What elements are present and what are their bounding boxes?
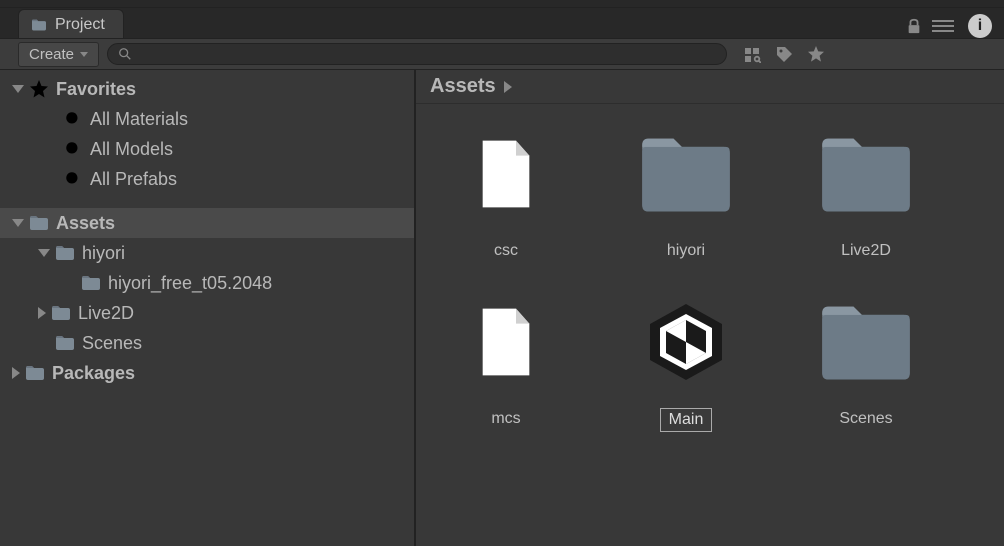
folder-icon [54, 334, 76, 352]
tab-label: Project [55, 16, 105, 34]
folder-icon [54, 244, 76, 262]
create-button[interactable]: Create [18, 42, 99, 67]
unity-scene-icon [636, 292, 736, 392]
tab-project[interactable]: Project [18, 9, 124, 38]
folder-icon [80, 274, 102, 292]
folder-icon [636, 124, 736, 224]
filter-by-label-icon[interactable] [775, 45, 793, 63]
tree-assets[interactable]: Assets [0, 208, 414, 238]
asset-label-editing[interactable]: Main [660, 408, 713, 432]
search-icon [62, 140, 84, 158]
folder-icon [816, 292, 916, 392]
tree-folder-scenes[interactable]: Scenes [0, 328, 414, 358]
asset-label: Scenes [831, 408, 900, 430]
search-icon [62, 170, 84, 188]
asset-label: Live2D [833, 240, 899, 262]
info-icon[interactable]: i [968, 14, 992, 38]
asset-item-live2d[interactable]: Live2D [786, 124, 946, 262]
star-icon [28, 79, 50, 99]
tree-label: All Materials [90, 109, 188, 130]
asset-item-hiyori[interactable]: hiyori [606, 124, 766, 262]
panel-menu-icon[interactable] [932, 20, 954, 32]
chevron-down-icon [38, 249, 50, 257]
tree-label: All Prefabs [90, 169, 177, 190]
project-tree: Favorites All Materials All Models All P… [0, 70, 416, 546]
chevron-right-icon [38, 307, 46, 319]
asset-panel: Assets csc hiyori Live2D m [416, 70, 1004, 546]
breadcrumb[interactable]: Assets [416, 70, 1004, 104]
chevron-right-icon [12, 367, 20, 379]
folder-icon [28, 214, 50, 232]
folder-icon [816, 124, 916, 224]
asset-item-scenes[interactable]: Scenes [786, 292, 946, 432]
tree-favorite-item[interactable]: All Materials [0, 104, 414, 134]
tree-favorite-item[interactable]: All Prefabs [0, 164, 414, 194]
tree-label: All Models [90, 139, 173, 160]
chevron-down-icon [12, 85, 24, 93]
asset-item-mcs[interactable]: mcs [426, 292, 586, 432]
tree-label: Live2D [78, 303, 134, 324]
breadcrumb-root: Assets [430, 75, 496, 98]
asset-label: hiyori [659, 240, 713, 262]
favorite-star-icon[interactable] [807, 45, 825, 63]
tree-packages[interactable]: Packages [0, 358, 414, 388]
toolbar: Create [0, 38, 1004, 70]
tree-favorite-item[interactable]: All Models [0, 134, 414, 164]
folder-icon [24, 364, 46, 382]
tree-label: Favorites [56, 79, 136, 100]
tree-folder-live2d[interactable]: Live2D [0, 298, 414, 328]
lock-icon[interactable] [906, 18, 922, 34]
filter-by-type-icon[interactable] [743, 45, 761, 63]
chevron-down-icon [80, 52, 88, 57]
tree-label: Assets [56, 213, 115, 234]
tree-label: Packages [52, 363, 135, 384]
chevron-right-icon [504, 81, 512, 93]
create-label: Create [29, 46, 74, 63]
asset-label: csc [486, 240, 526, 262]
search-icon [62, 110, 84, 128]
tree-label: hiyori_free_t05.2048 [108, 273, 272, 294]
tree-folder-hiyori-free[interactable]: hiyori_free_t05.2048 [0, 268, 414, 298]
folder-icon [31, 18, 47, 32]
tree-folder-hiyori[interactable]: hiyori [0, 238, 414, 268]
chevron-down-icon [12, 219, 24, 227]
asset-item-main[interactable]: Main [606, 292, 766, 432]
search-input[interactable] [107, 43, 727, 65]
asset-item-csc[interactable]: csc [426, 124, 586, 262]
search-icon [118, 47, 132, 61]
tree-label: Scenes [82, 333, 142, 354]
folder-icon [50, 304, 72, 322]
window-top-strip [0, 0, 1004, 8]
tree-label: hiyori [82, 243, 125, 264]
asset-label: mcs [483, 408, 528, 430]
file-icon [456, 292, 556, 392]
tree-favorites[interactable]: Favorites [0, 74, 414, 104]
file-icon [456, 124, 556, 224]
tab-bar: Project i [0, 8, 1004, 38]
asset-grid: csc hiyori Live2D mcs Main [416, 104, 1004, 546]
